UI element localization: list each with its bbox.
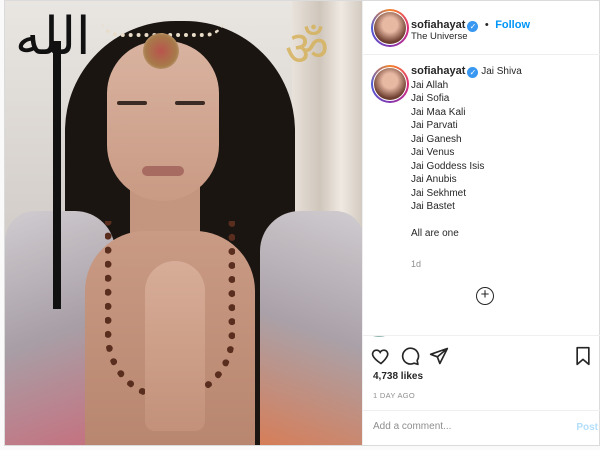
separator-dot: • — [484, 19, 489, 31]
verified-badge-icon: ✓ — [467, 21, 479, 32]
avatar[interactable] — [374, 12, 406, 44]
photo-eye-left — [117, 101, 147, 105]
photo-lips — [142, 166, 184, 176]
comment-input[interactable] — [373, 421, 553, 432]
photo-eye-right — [175, 101, 205, 105]
caption-line: Jai Anubis — [411, 174, 457, 185]
caption-username-link[interactable]: sofiahayat — [411, 65, 465, 77]
username-link[interactable]: sofiahayat — [411, 19, 465, 31]
instagram-post: الله ॐ sofiahayat ✓ • Follow The Universe… — [4, 0, 600, 446]
caption-line: Jai Sofia — [411, 93, 450, 104]
caption-line: Jai Maa Kali — [411, 106, 466, 118]
caption-first-line: Jai Shiva — [481, 66, 522, 77]
bookmark-icon[interactable] — [573, 346, 593, 366]
comment-bar: Post — [363, 410, 600, 448]
post-date[interactable]: 1 DAY AGO — [373, 391, 415, 400]
time-ago[interactable]: 1d — [411, 259, 421, 269]
post-sidebar: sofiahayat ✓ • Follow The Universe sofiah… — [362, 1, 600, 447]
photo-trident-staff — [53, 41, 61, 309]
action-bar: 4,738 likes 1 DAY AGO Post — [363, 335, 600, 447]
photo-praying-hands — [145, 261, 205, 431]
caption-line: Jai Goddess Isis — [411, 160, 485, 172]
caption-line: Jai Venus — [411, 147, 455, 158]
location-link[interactable]: The Universe — [411, 31, 468, 42]
verified-badge-icon: ✓ — [467, 67, 479, 78]
caption-avatar[interactable] — [374, 68, 406, 100]
caption-line: Jai Ganesh — [411, 133, 462, 145]
post-header: sofiahayat ✓ • Follow The Universe — [363, 1, 600, 55]
caption-line: Jai Parvati — [411, 120, 458, 131]
caption-line: Jai Allah — [411, 79, 449, 91]
caption-line: Jai Sekhmet — [411, 187, 467, 199]
follow-button[interactable]: Follow — [495, 19, 530, 31]
comment-icon[interactable] — [400, 346, 420, 366]
post-comment-button[interactable]: Post — [576, 422, 598, 433]
caption-line: Jai Bastet — [411, 201, 455, 212]
photo-arabic-calligraphy: الله — [15, 7, 91, 67]
share-icon[interactable] — [429, 346, 449, 366]
plus-circle-icon[interactable]: + — [476, 287, 494, 305]
caption-line: All are one — [411, 228, 459, 239]
heart-icon[interactable] — [371, 346, 391, 366]
photo-om-symbol: ॐ — [285, 21, 329, 77]
photo-headpiece — [143, 33, 179, 69]
post-photo[interactable]: الله ॐ — [5, 1, 362, 445]
photo-dress-right — [260, 211, 362, 445]
likes-count[interactable]: 4,738 likes — [373, 371, 423, 382]
caption-text: sofiahayat ✓ Jai Shiva Jai Allah Jai Sofi… — [411, 65, 522, 241]
caption-line — [411, 214, 522, 228]
